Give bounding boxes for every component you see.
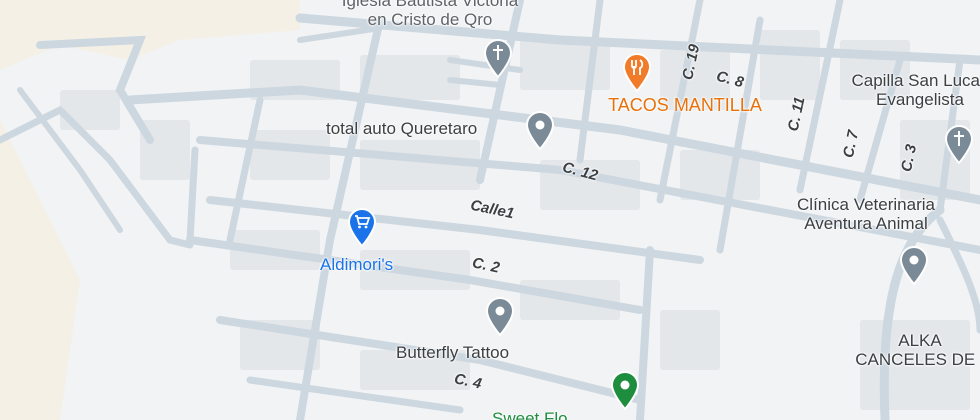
place-icon[interactable] xyxy=(484,296,516,336)
butterfly-tattoo-label[interactable]: Butterfly Tattoo xyxy=(396,343,509,363)
alka-label[interactable]: ALKA CANCELES DE I xyxy=(830,331,980,369)
map-canvas[interactable]: Iglesia Bautista Victoria en Cristo de Q… xyxy=(0,0,980,420)
alka-name-line2: CANCELES DE I xyxy=(855,349,980,369)
place-icon[interactable] xyxy=(609,370,641,410)
alka-name-line1: ALKA xyxy=(898,331,942,350)
shopping-cart-icon[interactable] xyxy=(346,207,378,247)
total-auto-label[interactable]: total auto Queretaro xyxy=(326,119,477,139)
restaurant-icon[interactable] xyxy=(621,52,653,92)
clinica-label[interactable]: Clínica Veterinaria Aventura Animal xyxy=(776,195,956,233)
sweet-flo-label[interactable]: Sweet Flo xyxy=(492,409,568,420)
clinica-name-line2: Aventura Animal xyxy=(804,213,928,233)
tacos-mantilla-label[interactable]: TACOS MANTILLA xyxy=(580,95,790,116)
place-icon[interactable] xyxy=(898,245,930,285)
capilla-label[interactable]: Capilla San Lucas Evangelista xyxy=(820,71,980,109)
church-icon[interactable] xyxy=(943,124,975,164)
iglesia-label[interactable]: Iglesia Bautista Victoria en Cristo de Q… xyxy=(300,0,560,29)
clinica-name-line1: Clínica Veterinaria xyxy=(797,195,935,214)
iglesia-name-line2: en Cristo de Qro xyxy=(367,9,493,29)
sand-area xyxy=(0,0,300,70)
capilla-name-line1: Capilla San Lucas xyxy=(851,71,980,90)
place-icon[interactable] xyxy=(524,110,556,150)
capilla-name-line2: Evangelista xyxy=(876,89,964,109)
aldimoris-label[interactable]: Aldimori's xyxy=(320,255,393,275)
church-icon[interactable] xyxy=(482,38,514,78)
sand-area-left xyxy=(0,120,80,420)
